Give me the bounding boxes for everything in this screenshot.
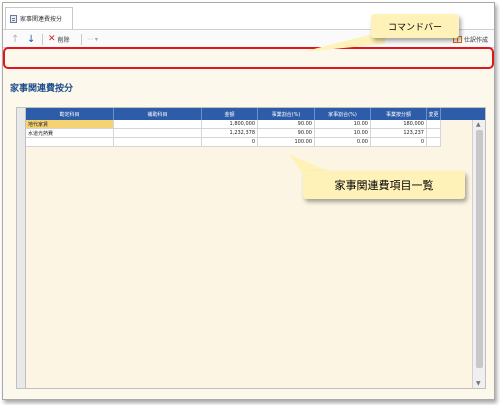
table-cell-change[interactable] [427, 138, 441, 147]
scroll-up-icon[interactable]: ▲ [476, 121, 481, 128]
table-cell-account[interactable] [26, 138, 114, 147]
column-header-business-ratio[interactable]: 事業割合(%) [258, 108, 315, 120]
table-cell-household-ratio[interactable]: 10.00 [315, 120, 371, 129]
document-icon [10, 14, 17, 23]
table-cell-business-amount[interactable]: 0 [371, 138, 427, 147]
callout-command-bar: コマンドバー [371, 14, 459, 38]
row-header-column [17, 108, 26, 388]
column-header-household-ratio[interactable]: 家事割合(%) [315, 108, 371, 120]
grid-body [17, 120, 473, 388]
tab-kaji-kanrenhi[interactable]: 家事関連費按分 [5, 7, 73, 29]
column-header-change[interactable]: 変更 [427, 108, 441, 120]
table-cell-subaccount[interactable] [114, 120, 202, 129]
delete-label: 削除 [57, 36, 70, 44]
column-header-account[interactable]: 勘定科目 [26, 108, 114, 120]
column-header-amount[interactable]: 金額 [202, 108, 258, 120]
table-cell-business-amount[interactable]: 180,000 [371, 120, 427, 129]
table-cell-subaccount[interactable] [114, 138, 202, 147]
table-cell-business-ratio[interactable]: 90.00 [258, 129, 315, 138]
table-cell-business-ratio[interactable]: 90.00 [258, 120, 315, 129]
move-down-icon[interactable]: ↓ [27, 33, 35, 45]
table-cell-account[interactable]: 地代家賃 [26, 120, 114, 129]
table-cell-amount[interactable]: 1,232,378 [202, 129, 258, 138]
column-header-filler [441, 108, 485, 120]
table-cell-change[interactable] [427, 129, 441, 138]
table-cell-amount[interactable]: 1,800,000 [202, 120, 258, 129]
vertical-scrollbar[interactable]: ▲ ▼ [472, 120, 485, 388]
table-cell-business-amount[interactable]: 123,237 [371, 129, 427, 138]
table-cell-change[interactable] [427, 120, 441, 129]
create-journal-label: 仕訳作成 [463, 36, 488, 44]
move-up-icon[interactable]: ↑ [11, 33, 19, 45]
column-header-subaccount[interactable]: 補助科目 [114, 108, 202, 120]
table-cell-household-ratio[interactable]: 10.00 [315, 129, 371, 138]
table-cell-household-ratio[interactable]: 0.00 [315, 138, 371, 147]
table-cell-amount[interactable]: 0 [202, 138, 258, 147]
scrollbar-thumb[interactable] [476, 130, 483, 368]
callout-item-list: 家事関連費項目一覧 [303, 171, 465, 199]
delete-button[interactable]: ✕ 削除 [48, 33, 70, 45]
tab-label: 家事関連費按分 [20, 16, 63, 23]
main-content: 家事関連費按分 勘定科目 補助科目 金額 事業割合(%) 家事割合(%) 事業按… [3, 49, 494, 399]
expense-items-grid: 勘定科目 補助科目 金額 事業割合(%) 家事割合(%) 事業按分額 変更 地代… [16, 107, 486, 389]
column-header-business-amount[interactable]: 事業按分額 [371, 108, 427, 120]
delete-icon: ✕ [48, 34, 56, 44]
page-title: 家事関連費按分 [10, 84, 74, 94]
more-button[interactable]: ⋯ ▾ [87, 33, 98, 45]
table-cell-business-ratio[interactable]: 100.00 [258, 138, 315, 147]
table-cell-subaccount[interactable] [114, 129, 202, 138]
toolbar-separator [81, 34, 82, 45]
table-cell-account[interactable]: 水道光熱費 [26, 129, 114, 138]
command-bar-highlight [3, 47, 494, 69]
scroll-down-icon[interactable]: ▼ [476, 380, 481, 387]
toolbar-separator [42, 34, 43, 45]
